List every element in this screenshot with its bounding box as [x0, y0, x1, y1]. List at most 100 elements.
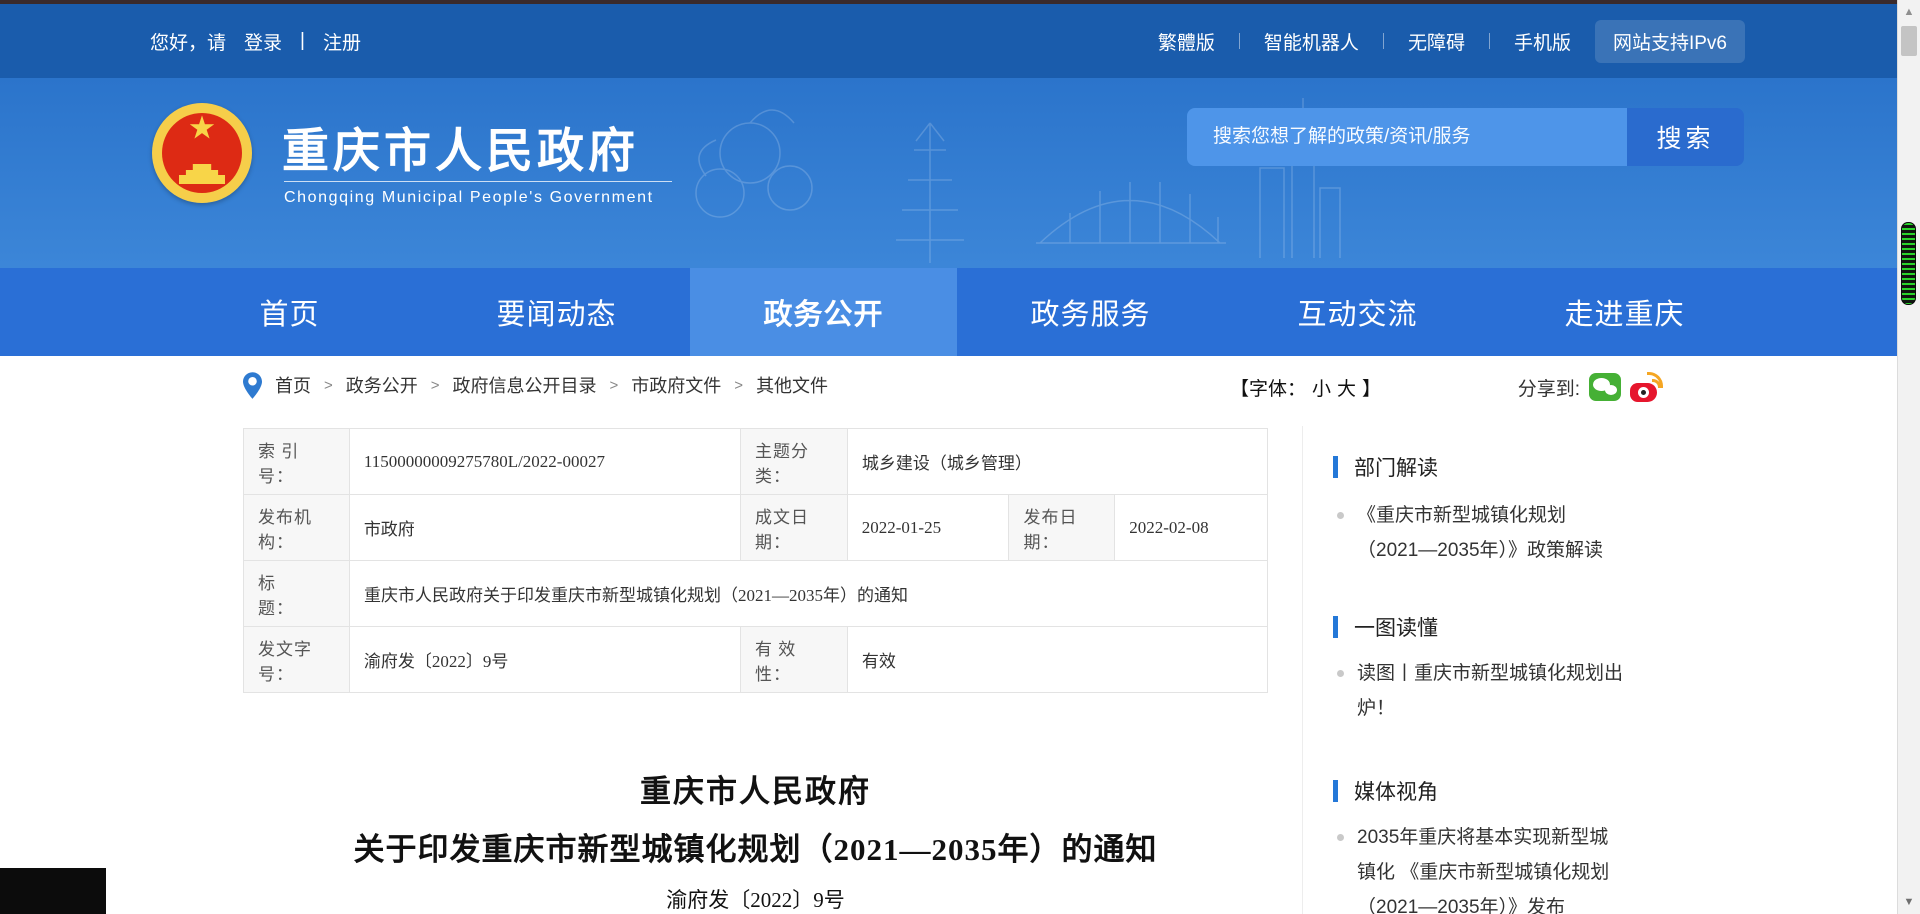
content-divider — [1302, 426, 1303, 914]
font-widget-prefix: 【字体： — [1230, 374, 1306, 401]
doc-org-title: 重庆市人民政府 — [243, 766, 1268, 811]
wechat-icon[interactable] — [1589, 373, 1621, 401]
breadcrumb-item-home[interactable]: 首页 — [275, 372, 311, 398]
topbar-link-traditional-chinese[interactable]: 繁體版 — [1158, 28, 1215, 55]
scroll-thumb[interactable] — [1901, 26, 1917, 56]
greeting-text: 您好，请 — [150, 28, 226, 55]
sidebar-section-dept-interpretation: 部门解读 — [1333, 452, 1438, 482]
breadcrumb-separator: > — [324, 377, 333, 394]
breadcrumb-item-city-docs[interactable]: 市政府文件 — [631, 372, 721, 398]
font-size-large-button[interactable]: 大 — [1337, 374, 1356, 401]
breadcrumb-item-other-docs[interactable]: 其他文件 — [756, 372, 828, 398]
search-input[interactable] — [1187, 108, 1627, 166]
meta-validity-value: 有效 — [847, 627, 1267, 692]
breadcrumb-item-info-catalog[interactable]: 政府信息公开目录 — [453, 372, 597, 398]
topbar-divider — [1489, 33, 1490, 49]
meta-docno-label: 发文字号： — [244, 627, 349, 692]
utility-links: 繁體版 智能机器人 无障碍 手机版 网站支持IPv6 — [1158, 20, 1745, 63]
meta-row-title: 标 题： 重庆市人民政府关于印发重庆市新型城镇化规划（2021—2035年）的通… — [244, 560, 1267, 626]
meta-validity-label: 有 效 性： — [740, 627, 847, 692]
breadcrumb-separator: > — [734, 377, 743, 394]
meta-topic-value: 城乡建设（城乡管理） — [847, 429, 1267, 494]
scrollbar[interactable]: ▲ ▼ — [1897, 0, 1920, 914]
title-divider — [284, 181, 672, 182]
nav-item-about-chongqing[interactable]: 走进重庆 — [1491, 268, 1758, 356]
sidebar-section-media-view: 媒体视角 — [1333, 776, 1438, 806]
meta-title-label: 标 题： — [244, 561, 349, 626]
nav-item-news[interactable]: 要闻动态 — [423, 268, 690, 356]
sidebar-item-media-article[interactable]: 2035年重庆将基本实现新型城 镇化 《重庆市新型城镇化规划 （2021—203… — [1337, 820, 1645, 914]
weibo-pupil — [1641, 390, 1646, 395]
meta-topic-label: 主题分类： — [740, 429, 847, 494]
breadcrumb-item-gov-open[interactable]: 政务公开 — [346, 372, 418, 398]
meta-org-label: 发布机构： — [244, 495, 349, 560]
page: 您好，请 登录 | 注册 繁體版 智能机器人 无障碍 手机版 网站支持IPv6 — [0, 0, 1920, 914]
login-register-separator: | — [300, 30, 305, 52]
meta-docno-value: 渝府发〔2022〕9号 — [349, 627, 740, 692]
meta-table: 索 引 号： 11500000009275780L/2022-00027 主题分… — [243, 428, 1268, 693]
breadcrumb: 首页 > 政务公开 > 政府信息公开目录 > 市政府文件 > 其他文件 — [243, 370, 828, 400]
top-utility-bar: 您好，请 登录 | 注册 繁體版 智能机器人 无障碍 手机版 网站支持IPv6 — [0, 4, 1920, 78]
emblem-inner-disc: ★ — [162, 113, 242, 193]
site-subtitle: Chongqing Municipal People's Government — [284, 189, 654, 207]
nav-item-gov-open[interactable]: 政务公开 — [690, 268, 957, 356]
page-tools: 【字体： 小 大 】 分享到: — [1230, 372, 1664, 402]
topbar-link-mobile[interactable]: 手机版 — [1514, 28, 1571, 55]
section-accent-bar — [1333, 616, 1338, 638]
sidebar-section-infographic: 一图读懂 — [1333, 612, 1438, 642]
sidebar-heading: 媒体视角 — [1354, 776, 1438, 806]
nav-item-interaction[interactable]: 互动交流 — [1224, 268, 1491, 356]
topbar-divider — [1239, 33, 1240, 49]
emblem-gate-icon — [179, 164, 225, 184]
site-header: ★ 重庆市人民政府 Chongqing Municipal People's G… — [0, 78, 1920, 268]
location-pin-icon — [243, 372, 262, 399]
meta-published-value: 2022-02-08 — [1114, 495, 1267, 560]
register-link[interactable]: 注册 — [323, 28, 361, 55]
meta-created-label: 成文日期： — [740, 495, 847, 560]
font-size-widget: 【字体： 小 大 】 — [1230, 374, 1381, 401]
meta-index-value: 11500000009275780L/2022-00027 — [349, 429, 740, 494]
weibo-icon[interactable] — [1630, 372, 1664, 402]
share-widget: 分享到: — [1518, 372, 1664, 402]
topbar-divider — [1383, 33, 1384, 49]
meta-row-dates: 发布机构： 市政府 成文日期： 2022-01-25 发布日期： 2022-02… — [244, 494, 1267, 560]
font-widget-suffix: 】 — [1362, 374, 1381, 401]
breadcrumb-separator: > — [431, 377, 440, 394]
scroll-green-marker — [1901, 222, 1916, 305]
topbar-link-accessibility[interactable]: 无障碍 — [1408, 28, 1465, 55]
section-accent-bar — [1333, 780, 1338, 802]
nav-item-home[interactable]: 首页 — [156, 268, 423, 356]
meta-created-value: 2022-01-25 — [847, 495, 1009, 560]
meta-org-value: 市政府 — [349, 495, 740, 560]
scroll-down-button[interactable]: ▼ — [1898, 892, 1920, 912]
ipv6-support-badge: 网站支持IPv6 — [1595, 20, 1745, 63]
search-button[interactable]: 搜索 — [1627, 108, 1744, 166]
content-area: 首页 > 政务公开 > 政府信息公开目录 > 市政府文件 > 其他文件 【字体：… — [0, 356, 1920, 914]
site-search: 搜索 — [1187, 108, 1744, 166]
section-accent-bar — [1333, 456, 1338, 478]
nav-item-gov-services[interactable]: 政务服务 — [957, 268, 1224, 356]
login-area: 您好，请 登录 | 注册 — [150, 28, 361, 55]
meta-row-docno: 发文字号： 渝府发〔2022〕9号 有 效 性： 有效 — [244, 626, 1267, 692]
main-nav: 首页 要闻动态 政务公开 政务服务 互动交流 走进重庆 — [0, 268, 1920, 356]
font-size-small-button[interactable]: 小 — [1312, 374, 1331, 401]
meta-index-label: 索 引 号： — [244, 429, 349, 494]
topbar-link-chatbot[interactable]: 智能机器人 — [1264, 28, 1359, 55]
share-label: 分享到: — [1518, 374, 1580, 401]
sidebar-heading: 部门解读 — [1354, 452, 1438, 482]
login-link[interactable]: 登录 — [244, 28, 282, 55]
meta-published-label: 发布日期： — [1008, 495, 1114, 560]
doc-main-title: 关于印发重庆市新型城镇化规划（2021—2035年）的通知 — [243, 824, 1268, 869]
site-title: 重庆市人民政府 — [282, 112, 639, 181]
sidebar-item-infographic[interactable]: 读图丨重庆市新型城镇化规划出 炉！ — [1337, 656, 1645, 726]
sidebar-item-policy-interpretation[interactable]: 《重庆市新型城镇化规划 （2021—2035年）》政策解读 — [1337, 498, 1645, 568]
breadcrumb-separator: > — [610, 377, 619, 394]
doc-number: 渝府发〔2022〕9号 — [243, 884, 1268, 914]
sidebar-heading: 一图读懂 — [1354, 612, 1438, 642]
window-corner — [0, 868, 106, 914]
meta-row-index: 索 引 号： 11500000009275780L/2022-00027 主题分… — [244, 429, 1267, 494]
header-decoration-art — [600, 78, 1380, 268]
meta-title-value: 重庆市人民政府关于印发重庆市新型城镇化规划（2021—2035年）的通知 — [349, 561, 1267, 626]
national-emblem-logo: ★ — [152, 103, 252, 203]
scroll-up-button[interactable]: ▲ — [1898, 2, 1920, 22]
